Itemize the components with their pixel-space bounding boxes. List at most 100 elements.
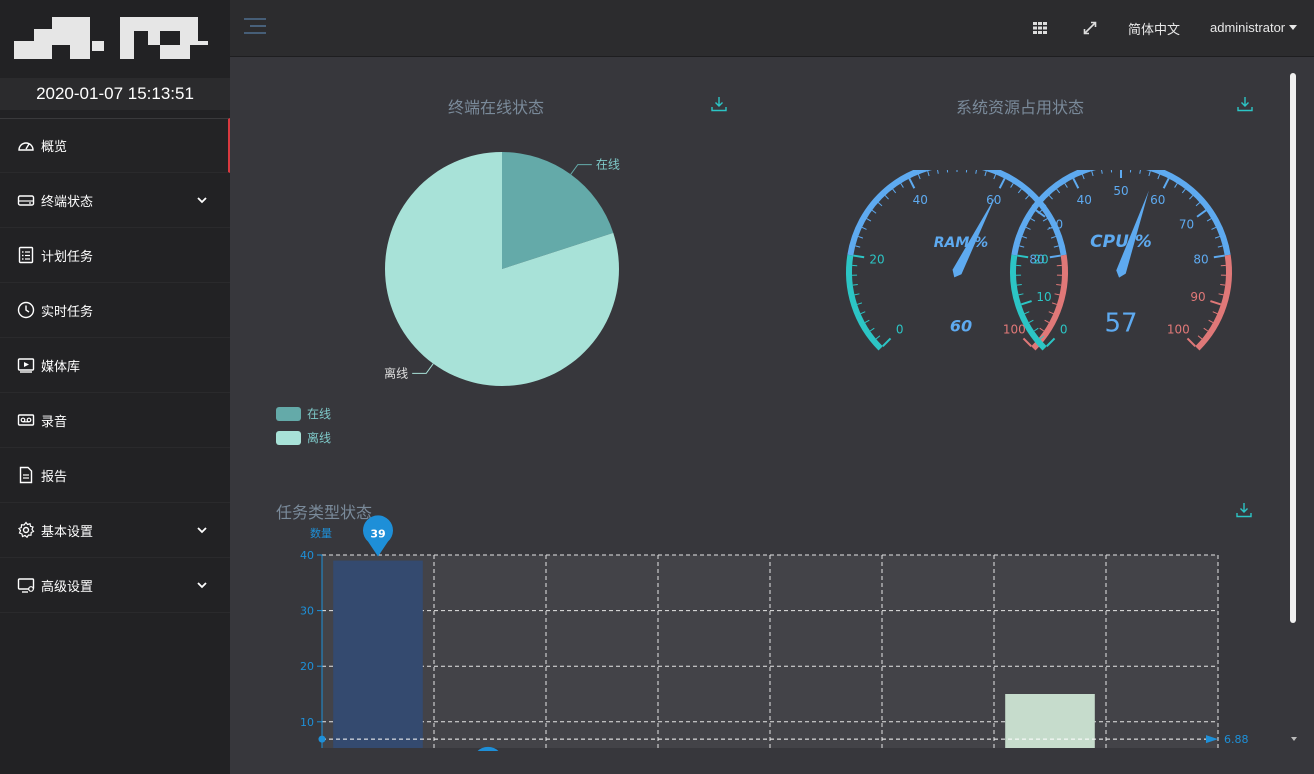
sidebar-item-scheduled-tasks[interactable]: 计划任务 <box>0 228 230 283</box>
cpu-tick-label: 90 <box>1190 290 1205 304</box>
cpu-tick-label: 50 <box>1113 184 1128 198</box>
terminal-icon <box>17 191 35 209</box>
sidebar-item-label: 媒体库 <box>41 359 81 375</box>
sidebar-item-overview[interactable]: 概览 <box>0 118 230 173</box>
ram-tick <box>1050 235 1056 239</box>
download-icon[interactable] <box>1237 96 1253 112</box>
download-icon[interactable] <box>711 96 727 112</box>
system-resource-title: 系统资源占用状态 <box>956 98 1085 117</box>
ram-tick <box>1042 218 1048 222</box>
sidebar-item-label: 计划任务 <box>41 249 94 265</box>
sidebar-item-realtime-tasks[interactable]: 实时任务 <box>0 283 230 338</box>
cpu-tick <box>1091 171 1094 177</box>
bar-0[interactable] <box>333 560 423 748</box>
ram-tick <box>853 254 865 259</box>
legend-item-online[interactable]: 在线 <box>276 405 331 422</box>
cpu-tick <box>1101 170 1103 174</box>
cpu-tick <box>1020 300 1032 306</box>
ram-tick <box>856 302 863 305</box>
sidebar: 2020-01-07 15:13:51 概览 终端状态 计划任务 实时任务 媒体… <box>0 0 230 774</box>
cpu-tick <box>1046 337 1056 347</box>
pie-label-offline: 离线 <box>384 365 408 380</box>
user-menu[interactable]: administrator <box>1210 20 1298 35</box>
top-header: 简体中文 administrator <box>230 0 1314 57</box>
ram-tick <box>875 335 881 340</box>
cpu-tick <box>1174 183 1178 188</box>
max-marker-label: 39 <box>370 528 385 541</box>
monitor-gear-icon <box>17 576 35 594</box>
caret-down-icon <box>1289 25 1298 30</box>
ram-tick <box>882 337 892 347</box>
ram-tick-label: 40 <box>913 193 928 207</box>
sidebar-item-basic-settings[interactable]: 基本设置 <box>0 503 230 558</box>
ram-tick <box>917 174 921 180</box>
y-tick-label: 40 <box>300 549 314 562</box>
cpu-tick <box>1148 171 1151 177</box>
cpu-tick-label: 60 <box>1150 193 1165 207</box>
scroll-down-arrow-icon[interactable] <box>1290 735 1298 743</box>
cpu-tick <box>1033 327 1039 332</box>
scrollbar-thumb[interactable] <box>1290 73 1296 623</box>
ram-tick <box>855 245 861 248</box>
ram-tick <box>1049 254 1061 259</box>
ram-tick <box>1051 302 1058 305</box>
y-axis-title: 数量 <box>310 527 332 540</box>
cpu-tick <box>1064 183 1068 188</box>
ram-tick <box>984 171 987 177</box>
sidebar-item-label: 报告 <box>41 469 68 485</box>
cpu-tick <box>1186 337 1196 347</box>
ram-tick-label: 0 <box>896 322 904 336</box>
legend-swatch <box>276 430 301 445</box>
sidebar-item-label: 高级设置 <box>41 579 94 595</box>
cpu-tick-label: 100 <box>1167 322 1190 336</box>
cpu-gauge: 0 10 20 30 40 50 60 70 80 90 100 CPU % 57 <box>1010 170 1232 351</box>
bar-6[interactable] <box>1005 694 1095 748</box>
dashboard-icon <box>17 137 35 155</box>
pie-leader-online <box>570 164 592 175</box>
sidebar-item-advanced-settings[interactable]: 高级设置 <box>0 558 230 613</box>
cpu-tick <box>1213 254 1225 259</box>
cpu-tick <box>1196 209 1207 218</box>
cpu-tick <box>1056 188 1061 194</box>
cpu-tick-label: 40 <box>1077 193 1092 207</box>
ram-title: RAM % <box>934 235 988 251</box>
ram-tick-label: 100 <box>1003 322 1026 336</box>
sidebar-item-label: 基本设置 <box>41 524 94 540</box>
ram-tick <box>877 202 883 207</box>
y-tick-label: 30 <box>300 605 314 618</box>
ram-tick <box>900 183 904 188</box>
apps-grid-icon[interactable] <box>1032 20 1048 36</box>
sidebar-item-recording[interactable]: 录音 <box>0 393 230 448</box>
chevron-down-icon <box>197 527 207 534</box>
cpu-tick <box>1017 254 1029 259</box>
average-line-start <box>318 735 326 743</box>
cpu-tick-label: 20 <box>1033 252 1048 266</box>
ram-tick <box>871 209 877 214</box>
language-selector[interactable]: 简体中文 <box>1128 19 1180 38</box>
cpu-tick-label: 0 <box>1060 322 1068 336</box>
cpu-tick <box>1081 174 1085 180</box>
sidebar-item-reports[interactable]: 报告 <box>0 448 230 503</box>
company-logo <box>14 17 210 59</box>
cpu-tick <box>1157 174 1161 180</box>
cpu-tick <box>1030 218 1036 222</box>
media-icon <box>17 356 35 374</box>
y-tick-label: 10 <box>300 716 314 729</box>
menu-toggle-icon[interactable] <box>244 16 266 36</box>
ram-tick <box>1056 284 1062 286</box>
y-tick-label: 20 <box>300 660 314 673</box>
sidebar-item-terminal-status[interactable]: 终端状态 <box>0 173 230 228</box>
cpu-tick <box>1048 195 1053 200</box>
ram-tick <box>1025 195 1030 200</box>
cpu-tick-label: 80 <box>1193 252 1208 266</box>
gear-icon <box>17 521 35 539</box>
cpu-tick <box>1072 177 1080 189</box>
task-type-bar-chart: 数量 10203040 6.88392 <box>300 515 1249 751</box>
fullscreen-icon[interactable] <box>1082 20 1098 36</box>
cpu-tick <box>1025 226 1031 230</box>
ram-tick <box>1048 311 1054 315</box>
sidebar-item-media-library[interactable]: 媒体库 <box>0 338 230 393</box>
legend-item-offline[interactable]: 离线 <box>276 429 331 446</box>
ram-tick <box>937 170 939 174</box>
ram-tick <box>927 171 930 177</box>
